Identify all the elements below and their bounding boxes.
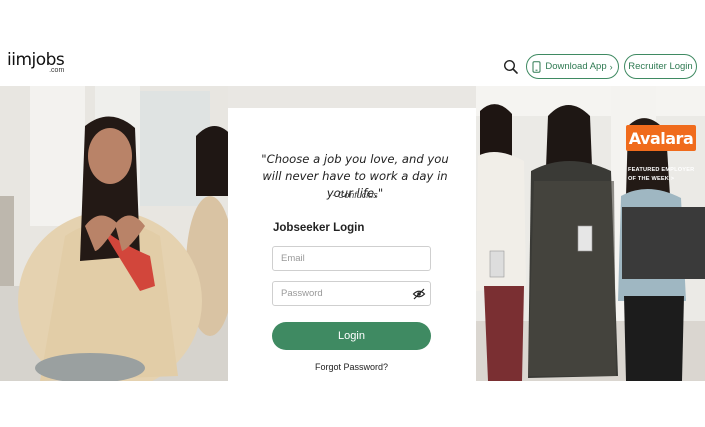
download-app-label: Download App	[545, 61, 607, 72]
quote-author: - Confucius	[332, 190, 378, 200]
iimjobs-logo[interactable]: iimjobs .com	[7, 52, 65, 75]
phone-icon	[532, 60, 541, 73]
hero-photo-left	[0, 86, 228, 381]
featured-employer-badge[interactable]	[622, 207, 705, 279]
password-field[interactable]: Password	[272, 281, 431, 306]
top-header: iimjobs .com Download App › Recruiter Lo…	[0, 0, 705, 86]
chevron-right-icon: ›	[609, 61, 613, 72]
login-title: Jobseeker Login	[273, 222, 365, 234]
featured-employer-caption[interactable]: FEATURED EMPLOYER OF THE WEEK >	[628, 166, 700, 184]
email-field[interactable]: Email	[272, 246, 431, 271]
download-app-button[interactable]: Download App ›	[526, 54, 619, 79]
login-button[interactable]: Login	[272, 322, 431, 350]
forgot-password-link[interactable]: Forgot Password?	[272, 362, 431, 372]
eye-slash-icon[interactable]	[412, 287, 426, 301]
search-icon[interactable]	[502, 58, 520, 76]
recruiter-login-button[interactable]: Recruiter Login	[624, 54, 697, 79]
avalara-logo[interactable]: Avalara	[626, 125, 696, 151]
